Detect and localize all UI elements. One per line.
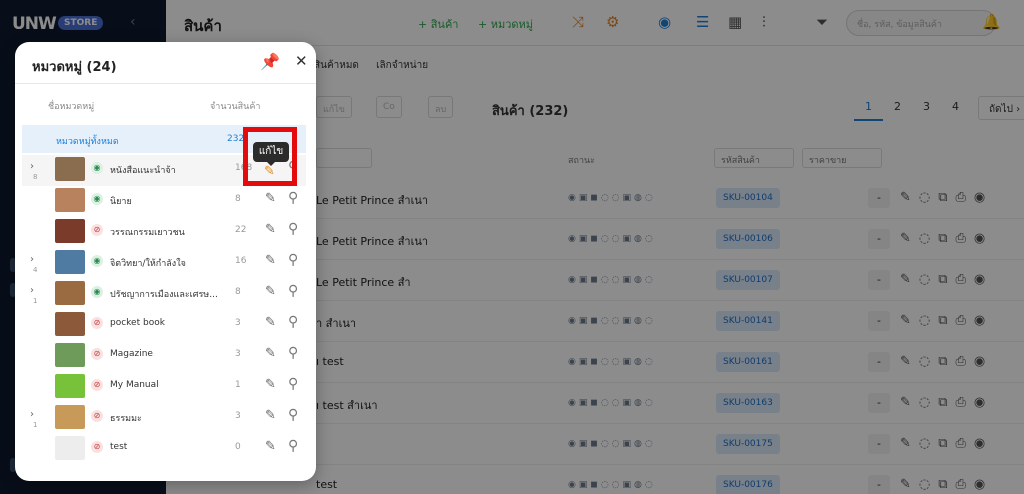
category-thumbnail xyxy=(55,343,85,367)
category-row[interactable]: › 1 ⊘ ธรรมมะ 3 ✎ ⚲ xyxy=(22,403,306,434)
eye-off-icon[interactable]: ⊘ xyxy=(91,317,103,329)
column-header-count: จำนวนสินค้า xyxy=(210,102,261,112)
modal-title: หมวดหมู่ (24) xyxy=(32,60,117,75)
category-row[interactable]: ⊘ My Manual 1 ✎ ⚲ xyxy=(22,372,306,403)
category-row[interactable]: › 4 ◉ จิตวิทยา/ให้กำลังใจ 16 ✎ ⚲ xyxy=(22,248,306,279)
pencil-icon[interactable]: ✎ xyxy=(265,315,276,330)
search-icon[interactable]: ⚲ xyxy=(288,438,298,454)
category-row[interactable]: ⊘ วรรณกรรมเยาวชน 22 ✎ ⚲ xyxy=(22,217,306,248)
category-row[interactable]: ⊘ Magazine 3 ✎ ⚲ xyxy=(22,341,306,372)
category-name: วรรณกรรมเยาวชน xyxy=(110,228,185,238)
category-row[interactable]: › 1 ◉ ปรัชญาการเมืองและเศรษ... 8 ✎ ⚲ xyxy=(22,279,306,310)
search-icon[interactable]: ⚲ xyxy=(288,345,298,361)
search-icon[interactable]: ⚲ xyxy=(288,221,298,237)
eye-off-icon[interactable]: ⊘ xyxy=(91,224,103,236)
category-count: 0 xyxy=(235,442,241,452)
category-name: Magazine xyxy=(110,349,153,359)
pencil-icon[interactable]: ✎ xyxy=(265,346,276,361)
category-count: 8 xyxy=(235,287,241,297)
search-icon[interactable]: ⚲ xyxy=(288,283,298,299)
pencil-icon[interactable]: ✎ xyxy=(265,284,276,299)
category-thumbnail xyxy=(55,250,85,274)
category-thumbnail xyxy=(55,374,85,398)
search-icon[interactable]: ⚲ xyxy=(288,407,298,423)
category-modal: หมวดหมู่ (24) 📌 ✕ ชื่อหมวดหมู่ จำนวนสินค… xyxy=(15,42,316,481)
search-icon[interactable]: ⚲ xyxy=(288,252,298,268)
search-icon[interactable]: ⚲ xyxy=(288,314,298,330)
chevron-right-icon[interactable]: › xyxy=(30,409,34,420)
eye-icon[interactable]: ◉ xyxy=(91,255,103,267)
search-icon[interactable]: ⚲ xyxy=(288,190,298,206)
subcategory-count: 4 xyxy=(33,266,38,274)
pencil-icon[interactable]: ✎ xyxy=(265,191,276,206)
category-count: 3 xyxy=(235,349,241,359)
eye-off-icon[interactable]: ⊘ xyxy=(91,379,103,391)
category-row[interactable]: ⊘ pocket book 3 ✎ ⚲ xyxy=(22,310,306,341)
category-row[interactable]: ⊘ test 0 ✎ ⚲ xyxy=(22,434,306,465)
category-thumbnail xyxy=(55,436,85,460)
pencil-icon[interactable]: ✎ xyxy=(265,222,276,237)
eye-off-icon[interactable]: ⊘ xyxy=(91,348,103,360)
chevron-right-icon[interactable]: › xyxy=(30,285,34,296)
category-row[interactable]: ◉ นิยาย 8 ✎ ⚲ xyxy=(22,186,306,217)
category-thumbnail xyxy=(55,312,85,336)
category-name: test xyxy=(110,442,128,452)
eye-icon[interactable]: ◉ xyxy=(91,193,103,205)
subcategory-count: 1 xyxy=(33,297,38,305)
category-thumbnail xyxy=(55,405,85,429)
pencil-icon[interactable]: ✎ xyxy=(265,253,276,268)
category-name: จิตวิทยา/ให้กำลังใจ xyxy=(110,259,186,269)
category-thumbnail xyxy=(55,219,85,243)
all-categories-label: หมวดหมู่ทั้งหมด xyxy=(56,137,119,147)
eye-icon[interactable]: ◉ xyxy=(91,162,103,174)
eye-off-icon[interactable]: ⊘ xyxy=(91,441,103,453)
pencil-icon[interactable]: ✎ xyxy=(265,377,276,392)
category-name: ธรรมมะ xyxy=(110,414,142,424)
category-count: 16 xyxy=(235,256,247,266)
modal-header: หมวดหมู่ (24) 📌 ✕ xyxy=(15,42,316,84)
category-thumbnail xyxy=(55,157,85,181)
close-icon[interactable]: ✕ xyxy=(295,52,308,70)
eye-off-icon[interactable]: ⊘ xyxy=(91,410,103,422)
category-count: 22 xyxy=(235,225,247,235)
category-count: 8 xyxy=(235,194,241,204)
chevron-right-icon[interactable]: › xyxy=(30,254,34,265)
pencil-icon[interactable]: ✎ xyxy=(265,408,276,423)
chevron-right-icon[interactable]: › xyxy=(30,161,34,172)
pin-icon[interactable]: 📌 xyxy=(260,52,280,71)
edit-tooltip: แก้ไข xyxy=(253,142,289,166)
category-count: 3 xyxy=(235,318,241,328)
category-thumbnail xyxy=(55,281,85,305)
pencil-icon[interactable]: ✎ xyxy=(264,164,275,179)
category-count: 3 xyxy=(235,411,241,421)
column-header-name: ชื่อหมวดหมู่ xyxy=(48,102,95,112)
pencil-icon[interactable]: ✎ xyxy=(265,439,276,454)
category-name: หนังสือแนะนำจ้า xyxy=(110,166,176,176)
eye-icon[interactable]: ◉ xyxy=(91,286,103,298)
category-thumbnail xyxy=(55,188,85,212)
category-name: นิยาย xyxy=(110,197,132,207)
category-count: 1 xyxy=(235,380,241,390)
subcategory-count: 8 xyxy=(33,173,38,181)
all-categories-count: 232 xyxy=(227,134,245,144)
category-name: My Manual xyxy=(110,380,159,390)
subcategory-count: 1 xyxy=(33,421,38,429)
search-icon[interactable]: ⚲ xyxy=(288,376,298,392)
category-name: ปรัชญาการเมืองและเศรษ... xyxy=(110,290,218,300)
category-name: pocket book xyxy=(110,318,165,328)
